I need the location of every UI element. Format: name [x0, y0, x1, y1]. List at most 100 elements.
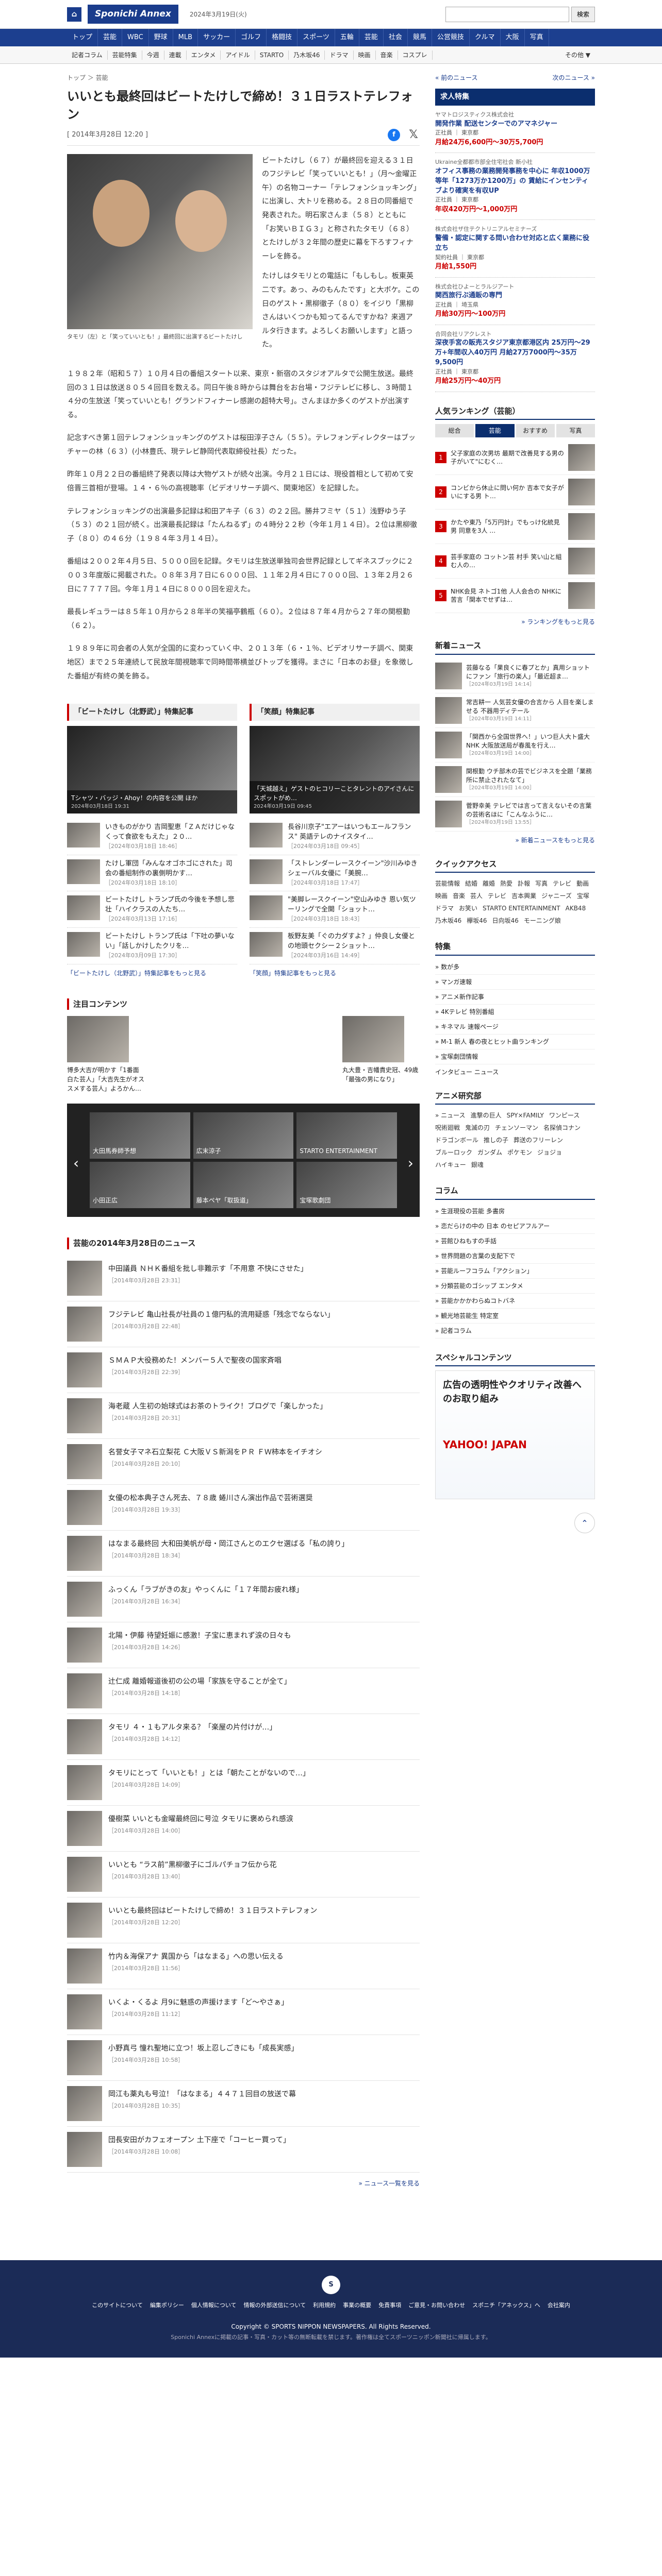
ranking-more-link[interactable]: » ランキングをもっと見る [435, 613, 595, 626]
column-link[interactable]: » 世界問題の言葉の支配下で [435, 1249, 595, 1264]
footer-link[interactable]: 個人情報について [191, 2301, 237, 2310]
main-nav-item[interactable]: 五輪 [335, 29, 359, 46]
news-more-link[interactable]: » ニュース一覧を見る [67, 2179, 420, 2188]
quick-link[interactable]: 芸人 [470, 891, 483, 901]
latest-item[interactable]: 「関西から全国世界へ！」いつ巨人大ト盛大 NHK 大阪放送局が春風を行え… ［20… [435, 728, 595, 762]
anime-link[interactable]: SPY×FAMILY [507, 1111, 544, 1120]
column-link[interactable]: » 芸能かかかわらぬコトバネ [435, 1294, 595, 1309]
latest-item[interactable]: 関根勤 ウチ部木の芸でビジネスを全題「業務所に禁止されたなて」 ［2024年03月… [435, 762, 595, 797]
news-item[interactable]: 竹内＆海保アナ 異国から「はなまる」への思い伝える ［2014年03月28日 11… [67, 1943, 420, 1989]
notice-card[interactable]: 博多大吉が明かす「1番面白た芸人」「大吉先生がオススメする芸人」よろかん… [67, 1016, 144, 1093]
quick-link[interactable]: モーニング娘 [524, 916, 561, 925]
anime-link[interactable]: 鬼滅の刃 [465, 1123, 490, 1132]
footer-link[interactable]: 利用規約 [313, 2301, 336, 2310]
news-item[interactable]: タモリにとって「いいとも！」とは「朝たことがないので…」 ［2014年03月28日… [67, 1760, 420, 1806]
footer-link[interactable]: スポニチ「アネックス」へ [472, 2301, 540, 2310]
column-link[interactable]: » 芸館ひねもすの手話 [435, 1234, 595, 1249]
footer-link[interactable]: 事業の概要 [343, 2301, 371, 2310]
quick-link[interactable]: 動画 [576, 879, 589, 888]
news-item[interactable]: 小野真弓 憧れ聖地に立つ！坂上忍しごきにも「成長実感」 ［2014年03月28日 … [67, 2035, 420, 2081]
sub-nav-item[interactable]: 音楽 [376, 50, 398, 60]
related-item[interactable]: ビートたけし トランプ氏は「下吐の夢いない」「話しかけしたクリを… ［2024年0… [67, 928, 237, 964]
carousel-next-icon[interactable]: › [408, 1153, 413, 1174]
sub-nav-more[interactable]: その他 ▼ [560, 50, 595, 60]
news-item[interactable]: 岡江も薬丸も号泣！「はなまる」４４７１回目の放送で幕 ［2014年03月28日 1… [67, 2081, 420, 2127]
job-item[interactable]: 株式会社ひよーとラルジアート 関西旅行ぶ通販の専門 正社員 ｜ 埼玉県 月給30万円〜… [435, 278, 595, 325]
anime-link[interactable]: ジョジョ [537, 1148, 562, 1157]
sub-nav-item[interactable]: 今週 [142, 50, 164, 60]
main-nav-item[interactable]: 芸能 [98, 29, 123, 46]
quick-link[interactable]: 写真 [535, 879, 548, 888]
footer-link[interactable]: 会社案内 [548, 2301, 570, 2310]
quick-link[interactable]: ジャニーズ [541, 891, 572, 901]
news-item[interactable]: タモリ ４・１もアルタ来る？「楽屋の片付けが…」 ［2014年03月28日 14:… [67, 1714, 420, 1760]
column-link[interactable]: » 分類芸能のゴシップ エンタメ [435, 1279, 595, 1294]
news-item[interactable]: 名誉女子マネ石立梨花 Ｃ大阪ＶＳ新潟をＰＲ ＦＷ柿本をイチオシ ［2014年03月… [67, 1439, 420, 1485]
article-photo[interactable] [67, 154, 253, 329]
quick-link[interactable]: 欅坂46 [467, 916, 487, 925]
main-nav-item[interactable]: 大阪 [501, 29, 525, 46]
quick-link[interactable]: AKB48 [566, 904, 586, 913]
prev-news-link[interactable]: « 前のニュース [435, 73, 478, 82]
footer-link[interactable]: ご意見・お問い合わせ [408, 2301, 465, 2310]
quick-link[interactable]: 熱愛 [500, 879, 512, 888]
news-item[interactable]: はなまる最終回 大和田美帆が母・岡江さんとのエクセ選ばる「私の誇り」 ［2014年… [67, 1531, 420, 1577]
carousel-tile[interactable]: 小田正広 [90, 1162, 190, 1209]
main-nav-item[interactable]: ゴルフ [236, 29, 267, 46]
anime-link[interactable]: 呪術廻戦 [435, 1123, 460, 1132]
quick-link[interactable]: 吉本興業 [511, 891, 536, 901]
related-item[interactable]: 長谷川京子"エアーはいつもエールフランス" 英語テレのナイスタイ… ［2024年0… [250, 819, 420, 855]
main-nav-item[interactable]: トップ [67, 29, 98, 46]
quick-link[interactable]: 音楽 [453, 891, 465, 901]
related-item[interactable]: ビートたけし トランプ氏の今後を予想し悲壮「ハイクラスの人たち… ［2024年03… [67, 891, 237, 928]
ranking-tab[interactable]: おすすめ [516, 424, 555, 438]
site-logo[interactable]: Sponichi Annex [88, 4, 178, 24]
sub-nav-item[interactable]: エンタメ [187, 50, 221, 60]
carousel-tile[interactable]: 藤本ペヤ「取扱道」 [193, 1162, 294, 1209]
ranking-item[interactable]: 4 芸手家庭の コットン芸 村手 笑い山と組む人の… [435, 544, 595, 579]
special-link[interactable]: » アニメ新作記事 [435, 990, 595, 1005]
search-input[interactable] [445, 6, 569, 22]
anime-link[interactable]: 推しの子 [484, 1136, 508, 1145]
column-link[interactable]: » 恋だらけの中の 日本 のセピアフルアー [435, 1219, 595, 1234]
footer-link[interactable]: 編集ポリシー [150, 2301, 184, 2310]
anime-link[interactable]: 銀魂 [471, 1160, 484, 1170]
carousel-tile[interactable]: 宝塚歌劇団 [296, 1162, 397, 1209]
news-item[interactable]: 団長安田がカフェオープン 土下座で「コーヒー買って」 ［2014年03月28日 1… [67, 2127, 420, 2173]
related-item[interactable]: たけし軍団「みんなオゴホゴにされた」司会の番組制作の裏側明かす… ［2024年03… [67, 855, 237, 892]
ranking-item[interactable]: 5 NHK会見 ネトゴ1他 人人会合の NHKに苦言「関本でせずは… [435, 579, 595, 614]
next-news-link[interactable]: 次のニュース » [552, 73, 595, 82]
ranking-tab[interactable]: 総合 [435, 424, 474, 438]
quick-link[interactable]: 乃木坂46 [435, 916, 461, 925]
main-nav-item[interactable]: クルマ [470, 29, 501, 46]
news-item[interactable]: 優樹菜 いいとも金曜最終回に号泣 タモリに褒められ感涙 ［2014年03月28日 … [67, 1806, 420, 1852]
anime-link[interactable]: ブルーロック [435, 1148, 472, 1157]
news-item[interactable]: いいとも “ラス前”黒柳徹子にゴルパチョフ伝から花 ［2014年03月28日 13… [67, 1852, 420, 1897]
quick-link[interactable]: 離婚 [483, 879, 495, 888]
footer-link[interactable]: このサイトについて [92, 2301, 143, 2310]
anime-link[interactable]: ガンダム [477, 1148, 502, 1157]
anime-link[interactable]: 葬送のフリーレン [514, 1136, 563, 1145]
job-item[interactable]: 株式会社ザ住テクトリニアルセミナーズ 警備・認定に関する問い合わせ対応と広く業務に… [435, 220, 595, 278]
related-item[interactable]: 「ストレンダーレースクイーン"沙川みゆき シェーバル女優に「美腕… ［2024年0… [250, 855, 420, 892]
news-item[interactable]: 海老蔵 人生初の始球式はお茶のトライク！ブログで「楽しかった」 ［2014年03月… [67, 1393, 420, 1439]
main-nav-item[interactable]: MLB [173, 29, 198, 46]
facebook-share-icon[interactable]: f [388, 128, 400, 141]
news-item[interactable]: いくよ・くるよ 月9に魅惑の声援けます「ど〜やさぁ」 ［2014年03月28日 1… [67, 1989, 420, 2035]
ranking-item[interactable]: 2 コンビから休止に問い何か 吉本で女子がいにする男 ト… [435, 475, 595, 510]
anime-link[interactable]: ワンピース [549, 1111, 580, 1120]
sub-nav-item[interactable]: 連載 [164, 50, 187, 60]
ranking-tab[interactable]: 写真 [556, 424, 595, 438]
job-item[interactable]: ヤマトロジスティクス株式会社 開発作業 配送センターでのアマネジャー 正社員 ｜ 東… [435, 106, 595, 154]
latest-item[interactable]: 芸藤なる「果良くに春プとか」真用ショットにファン「旅行の楽人」「最近超ま… ［20… [435, 659, 595, 693]
back-to-top-icon[interactable]: ⌃ [574, 1513, 595, 1534]
sub-nav-item[interactable]: アイドル [221, 50, 255, 60]
column-link[interactable]: » 観光地芸能生 特定室 [435, 1309, 595, 1324]
column-link[interactable]: » 芸能ルーフコラム「アクション」 [435, 1264, 595, 1279]
footer-link[interactable]: 情報の外部送信について [244, 2301, 306, 2310]
news-item[interactable]: ふっくん「ラブがきの友」やっくんに「１７年間お疲れ様」 ［2014年03月28日 … [67, 1577, 420, 1622]
quick-link[interactable]: 宝塚 [577, 891, 589, 901]
sub-nav-item[interactable]: 映画 [354, 50, 376, 60]
news-item[interactable]: 女優の松本典子さん死去、７８歳 蜷川さん演出作品で芸術選奨 ［2014年03月28… [67, 1485, 420, 1531]
quick-link[interactable]: お笑い [459, 904, 477, 913]
